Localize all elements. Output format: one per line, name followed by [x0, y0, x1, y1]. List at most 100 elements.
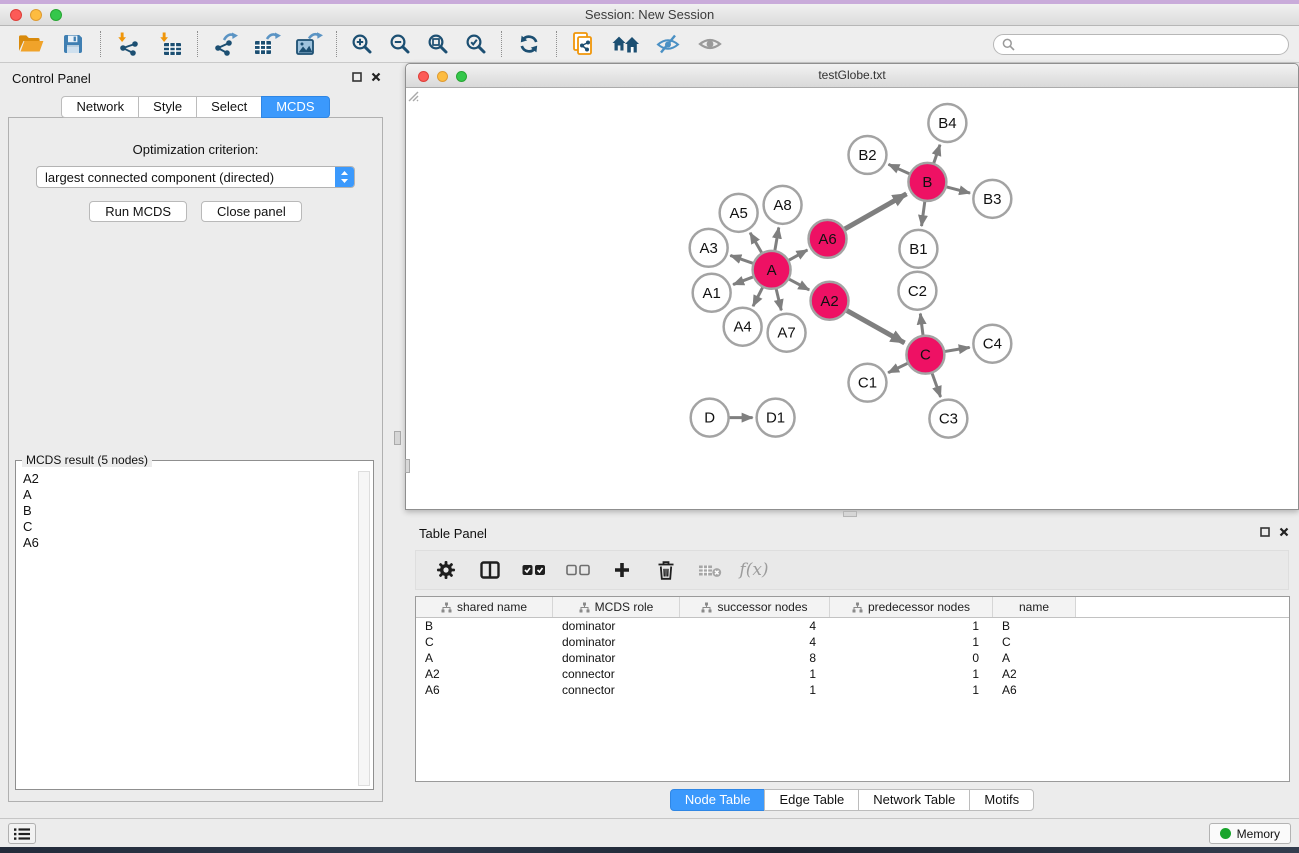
- table-row[interactable]: Bdominator41B: [416, 618, 1289, 634]
- toolbar-separator: [197, 31, 198, 57]
- cell-successor_nodes: 8: [680, 650, 830, 666]
- control-panel-tabs: NetworkStyleSelectMCDS: [0, 96, 391, 118]
- table-settings-icon[interactable]: [428, 554, 464, 586]
- export-network-icon[interactable]: [204, 29, 246, 59]
- mcds-result-item[interactable]: B: [23, 503, 373, 519]
- memory-button[interactable]: Memory: [1209, 823, 1291, 844]
- panel-splitter-horizontal[interactable]: [405, 510, 1299, 518]
- column-header-mcds_role[interactable]: MCDS role: [553, 597, 680, 617]
- function-builder-icon[interactable]: f(x): [736, 554, 772, 586]
- network-canvas[interactable]: A5A8A6A3AA1A2A4A7B4B2BB3B1C2CC1C3C4DD1: [406, 89, 1298, 509]
- column-header-name[interactable]: name: [993, 597, 1076, 617]
- tab-select[interactable]: Select: [196, 96, 262, 118]
- delete-table-icon[interactable]: [692, 554, 728, 586]
- tab-edge-table[interactable]: Edge Table: [764, 789, 859, 811]
- network-window-title: testGlobe.txt: [406, 68, 1298, 82]
- tab-motifs[interactable]: Motifs: [969, 789, 1034, 811]
- zoom-in-icon[interactable]: [343, 29, 381, 59]
- mcds-result-item[interactable]: A: [23, 487, 373, 503]
- column-header-shared_name[interactable]: shared name: [416, 597, 553, 617]
- node-table: shared nameMCDS rolesuccessor nodesprede…: [415, 596, 1290, 782]
- table-row[interactable]: A6connector11A6: [416, 682, 1289, 698]
- toolbar-separator: [100, 31, 101, 57]
- vizmapper-toggle-icon[interactable]: [647, 29, 689, 59]
- delete-columns-icon[interactable]: [648, 554, 684, 586]
- tab-node-table[interactable]: Node Table: [670, 789, 766, 811]
- criterion-select[interactable]: largest connected component (directed): [36, 166, 355, 188]
- list-icon: [13, 827, 31, 841]
- tab-network[interactable]: Network: [61, 96, 139, 118]
- mcds-result-item[interactable]: A6: [23, 535, 373, 551]
- control-panel: Control Panel NetworkStyleSelectMCDS Opt…: [0, 63, 391, 818]
- import-network-icon[interactable]: [107, 29, 149, 59]
- cell-shared_name: A2: [416, 666, 553, 682]
- cell-successor_nodes: 1: [680, 666, 830, 682]
- cell-name: C: [993, 634, 1076, 650]
- cell-mcds_role: connector: [553, 666, 680, 682]
- splitter-handle[interactable]: [394, 431, 401, 445]
- show-hide-panels-icon[interactable]: [689, 29, 731, 59]
- table-panel: Table Panel: [405, 518, 1299, 818]
- result-scrollbar[interactable]: [358, 471, 370, 786]
- header-filler: [1076, 597, 1289, 617]
- right-stack: testGlobe.txt A5A8A6A3AA1A2A4A7B4B2BB3B1…: [405, 63, 1299, 818]
- create-new-column-icon[interactable]: [604, 554, 640, 586]
- window-title: Session: New Session: [0, 7, 1299, 22]
- app-window: Session: New Session: [0, 4, 1299, 847]
- table-panel-tabs: Node TableEdge TableNetwork TableMotifs: [405, 789, 1299, 811]
- column-header-successor_nodes[interactable]: successor nodes: [680, 597, 830, 617]
- column-header-predecessor_nodes[interactable]: predecessor nodes: [830, 597, 993, 617]
- mcds-result-item[interactable]: A2: [23, 471, 373, 487]
- table-toolbar: f(x): [415, 550, 1289, 590]
- zoom-fit-icon[interactable]: [419, 29, 457, 59]
- table-row[interactable]: Adominator80A: [416, 650, 1289, 666]
- run-mcds-button[interactable]: Run MCDS: [89, 201, 187, 222]
- toolbar-separator: [501, 31, 502, 57]
- open-session-icon[interactable]: [10, 29, 52, 59]
- mcds-result-title: MCDS result (5 nodes): [22, 453, 152, 467]
- table-row[interactable]: Cdominator41C: [416, 634, 1289, 650]
- import-table-icon[interactable]: [149, 29, 191, 59]
- unselect-all-columns-icon[interactable]: [560, 554, 596, 586]
- mcds-result-item[interactable]: C: [23, 519, 373, 535]
- cell-predecessor_nodes: 1: [830, 682, 993, 698]
- toggle-column-view-icon[interactable]: [472, 554, 508, 586]
- select-all-columns-icon[interactable]: [516, 554, 552, 586]
- window-resize-grip[interactable]: [405, 88, 1297, 508]
- first-neighbors-icon[interactable]: [605, 29, 647, 59]
- search-box[interactable]: [993, 34, 1289, 55]
- cell-predecessor_nodes: 1: [830, 666, 993, 682]
- close-panel-icon[interactable]: [1279, 527, 1289, 537]
- network-window-titlebar[interactable]: testGlobe.txt: [406, 64, 1298, 88]
- tab-mcds[interactable]: MCDS: [261, 96, 329, 118]
- cell-predecessor_nodes: 0: [830, 650, 993, 666]
- search-input[interactable]: [1020, 37, 1280, 52]
- panel-splitter-vertical[interactable]: [391, 63, 405, 818]
- float-panel-icon[interactable]: [352, 72, 362, 82]
- splitter-handle[interactable]: [843, 511, 857, 517]
- cell-mcds_role: dominator: [553, 634, 680, 650]
- tab-network-table[interactable]: Network Table: [858, 789, 970, 811]
- zoom-out-icon[interactable]: [381, 29, 419, 59]
- cell-successor_nodes: 1: [680, 682, 830, 698]
- zoom-selected-icon[interactable]: [457, 29, 495, 59]
- close-panel-button[interactable]: Close panel: [201, 201, 302, 222]
- clone-network-icon[interactable]: [563, 29, 605, 59]
- float-panel-icon[interactable]: [1260, 527, 1270, 537]
- cell-shared_name: A: [416, 650, 553, 666]
- export-image-icon[interactable]: [288, 29, 330, 59]
- cell-shared_name: C: [416, 634, 553, 650]
- save-session-icon[interactable]: [52, 29, 94, 59]
- tab-style[interactable]: Style: [138, 96, 197, 118]
- table-row[interactable]: A2connector11A2: [416, 666, 1289, 682]
- cell-mcds_role: connector: [553, 682, 680, 698]
- refresh-layout-icon[interactable]: [508, 29, 550, 59]
- app-titlebar: Session: New Session: [0, 4, 1299, 26]
- close-panel-icon[interactable]: [371, 72, 381, 82]
- task-history-button[interactable]: [8, 823, 36, 844]
- column-type-icon: [441, 602, 452, 613]
- table-header-row: shared nameMCDS rolesuccessor nodesprede…: [416, 597, 1289, 618]
- column-type-icon: [852, 602, 863, 613]
- cell-successor_nodes: 4: [680, 634, 830, 650]
- export-table-icon[interactable]: [246, 29, 288, 59]
